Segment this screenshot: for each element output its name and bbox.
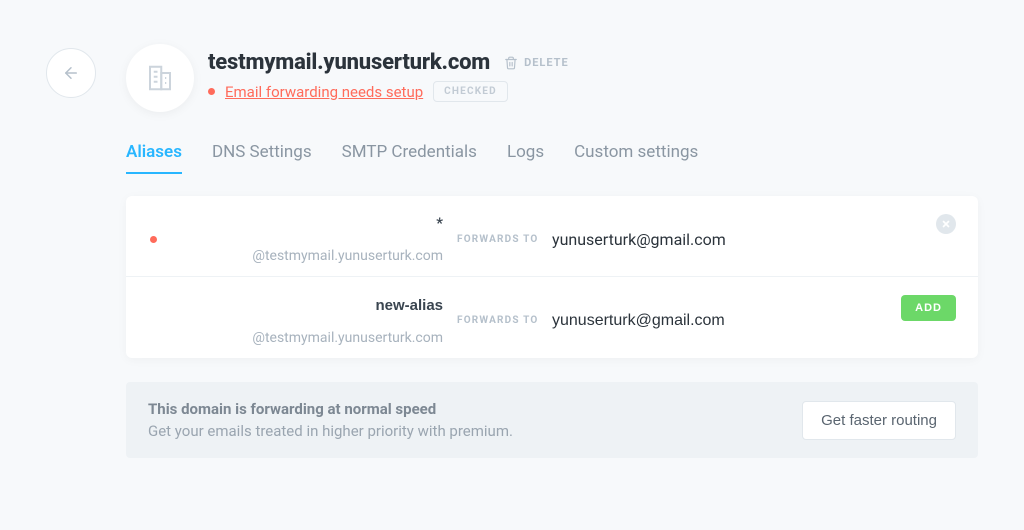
tab-custom-settings[interactable]: Custom settings: [574, 142, 698, 174]
tab-dns-settings[interactable]: DNS Settings: [212, 142, 312, 174]
alias-row: * @testmymail.yunuserturk.com FORWARDS T…: [126, 196, 978, 277]
page-header: testmymail.yunuserturk.com DELETE Email …: [126, 44, 978, 112]
alias-name: *: [157, 214, 443, 232]
alias-domain-suffix: @testmymail.yunuserturk.com: [157, 248, 443, 264]
alias-domain-suffix: @testmymail.yunuserturk.com: [157, 330, 443, 346]
upsell-banner: This domain is forwarding at normal spee…: [126, 382, 978, 458]
banner-subtitle: Get your emails treated in higher priori…: [148, 422, 513, 440]
new-alias-input[interactable]: [157, 297, 443, 314]
domain-title: testmymail.yunuserturk.com: [208, 50, 490, 75]
tab-aliases[interactable]: Aliases: [126, 142, 182, 174]
close-icon: [941, 219, 951, 229]
forwards-to-label: FORWARDS TO: [457, 315, 552, 326]
status-dot-icon: [150, 236, 157, 243]
banner-title: This domain is forwarding at normal spee…: [148, 400, 513, 418]
arrow-left-icon: [62, 64, 80, 82]
trash-icon: [504, 56, 518, 70]
aliases-card: * @testmymail.yunuserturk.com FORWARDS T…: [126, 196, 978, 358]
forwards-to-label: FORWARDS TO: [457, 234, 552, 245]
delete-domain-button[interactable]: DELETE: [504, 56, 569, 70]
tab-smtp-credentials[interactable]: SMTP Credentials: [342, 142, 477, 174]
remove-alias-button[interactable]: [936, 214, 956, 234]
new-destination-input[interactable]: [552, 312, 954, 330]
tabs: Aliases DNS Settings SMTP Credentials Lo…: [126, 142, 978, 174]
delete-label: DELETE: [524, 56, 569, 69]
alias-destination: yunuserturk@gmail.com: [552, 230, 954, 249]
status-dot-icon: [208, 88, 215, 95]
setup-warning-link[interactable]: Email forwarding needs setup: [225, 83, 423, 101]
add-alias-button[interactable]: ADD: [901, 295, 956, 321]
checked-button[interactable]: CHECKED: [433, 81, 508, 102]
back-button[interactable]: [46, 48, 96, 98]
get-faster-routing-button[interactable]: Get faster routing: [802, 401, 956, 440]
alias-row-new: @testmymail.yunuserturk.com FORWARDS TO …: [126, 277, 978, 358]
tab-logs[interactable]: Logs: [507, 142, 544, 174]
domain-avatar: [126, 44, 194, 112]
building-icon: [145, 63, 175, 93]
